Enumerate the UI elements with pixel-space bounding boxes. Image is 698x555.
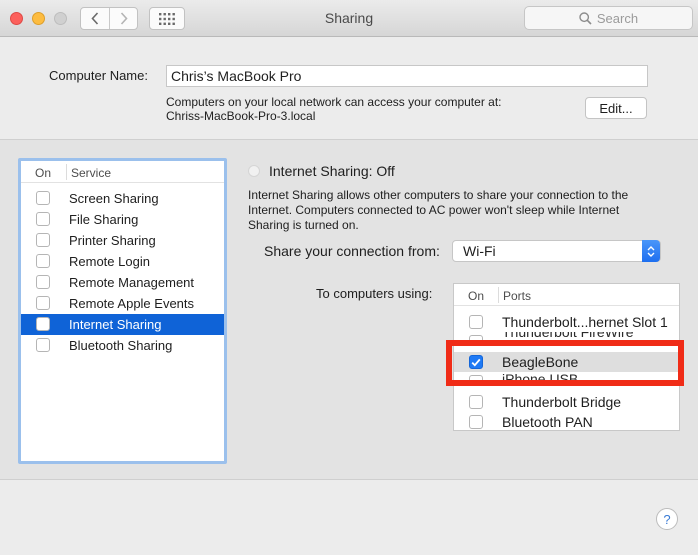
select-stepper-icon <box>642 240 660 262</box>
internet-sharing-status: Internet Sharing: Off <box>269 163 395 179</box>
service-label: Bluetooth Sharing <box>69 338 173 353</box>
service-item[interactable]: Remote Apple Events <box>21 293 224 314</box>
service-item[interactable]: Printer Sharing <box>21 230 224 251</box>
col-on-header[interactable]: On <box>35 166 51 180</box>
highlight-annotation-box <box>446 340 684 386</box>
service-checkbox[interactable] <box>36 296 50 310</box>
service-list-header: On Service <box>21 161 224 183</box>
computer-name-label: Computer Name: <box>49 68 148 83</box>
to-computers-using-label: To computers using: <box>316 286 433 301</box>
service-label: Internet Sharing <box>69 317 162 332</box>
service-checkbox[interactable] <box>36 317 50 331</box>
service-label: Screen Sharing <box>69 191 159 206</box>
service-checkbox[interactable] <box>36 254 50 268</box>
computer-name-input[interactable]: Chris’s MacBook Pro <box>166 65 648 87</box>
port-item[interactable]: Thunderbolt...hernet Slot 1 <box>454 312 679 332</box>
service-checkbox[interactable] <box>36 233 50 247</box>
service-label: Remote Apple Events <box>69 296 195 311</box>
port-item[interactable]: Thunderbolt Bridge <box>454 392 679 412</box>
help-icon: ? <box>663 511 671 527</box>
service-label: Remote Login <box>69 254 150 269</box>
share-from-select[interactable]: Wi-Fi <box>452 240 661 262</box>
col-on-header[interactable]: On <box>468 289 484 303</box>
port-checkbox[interactable] <box>469 315 483 329</box>
search-icon <box>579 11 592 25</box>
col-ports-header[interactable]: Ports <box>503 289 531 303</box>
internet-sharing-description: Internet Sharing allows other computers … <box>248 188 629 232</box>
port-label: Thunderbolt...hernet Slot 1 <box>502 314 668 330</box>
port-item[interactable]: Bluetooth PAN <box>454 412 679 430</box>
service-checkbox[interactable] <box>36 212 50 226</box>
local-hostname: Chriss-MacBook-Pro-3.local <box>166 109 316 123</box>
port-checkbox[interactable] <box>469 395 483 409</box>
computer-name-description: Computers on your local network can acce… <box>166 95 502 109</box>
service-label: Remote Management <box>69 275 195 290</box>
divider <box>0 479 698 480</box>
port-label: Bluetooth PAN <box>502 414 593 430</box>
help-button[interactable]: ? <box>656 508 678 530</box>
service-label: File Sharing <box>69 212 139 227</box>
edit-hostname-button[interactable]: Edit... <box>585 97 647 119</box>
service-item[interactable]: Screen Sharing <box>21 188 224 209</box>
service-checkbox[interactable] <box>36 191 50 205</box>
service-item[interactable]: Internet Sharing <box>21 314 224 335</box>
search-placeholder: Search <box>596 10 639 26</box>
internet-sharing-status-indicator <box>248 165 260 177</box>
service-checkbox[interactable] <box>36 338 50 352</box>
col-service-header[interactable]: Service <box>71 166 111 180</box>
service-checkbox[interactable] <box>36 275 50 289</box>
service-item[interactable]: Bluetooth Sharing <box>21 335 224 356</box>
port-checkbox[interactable] <box>469 415 483 429</box>
service-item[interactable]: File Sharing <box>21 209 224 230</box>
port-label: Thunderbolt Bridge <box>502 394 622 410</box>
share-from-value: Wi-Fi <box>463 243 496 259</box>
service-item[interactable]: Remote Management <box>21 272 224 293</box>
share-from-label: Share your connection from: <box>264 243 440 259</box>
search-field[interactable]: Search <box>524 6 693 30</box>
service-item[interactable]: Remote Login <box>21 251 224 272</box>
service-list[interactable]: On Service Screen Sharing File Sharing Pri… <box>18 158 227 464</box>
service-label: Printer Sharing <box>69 233 156 248</box>
ports-list-header: On Ports <box>454 284 679 306</box>
port-label: Thunderbolt FireWire <box>502 332 634 340</box>
